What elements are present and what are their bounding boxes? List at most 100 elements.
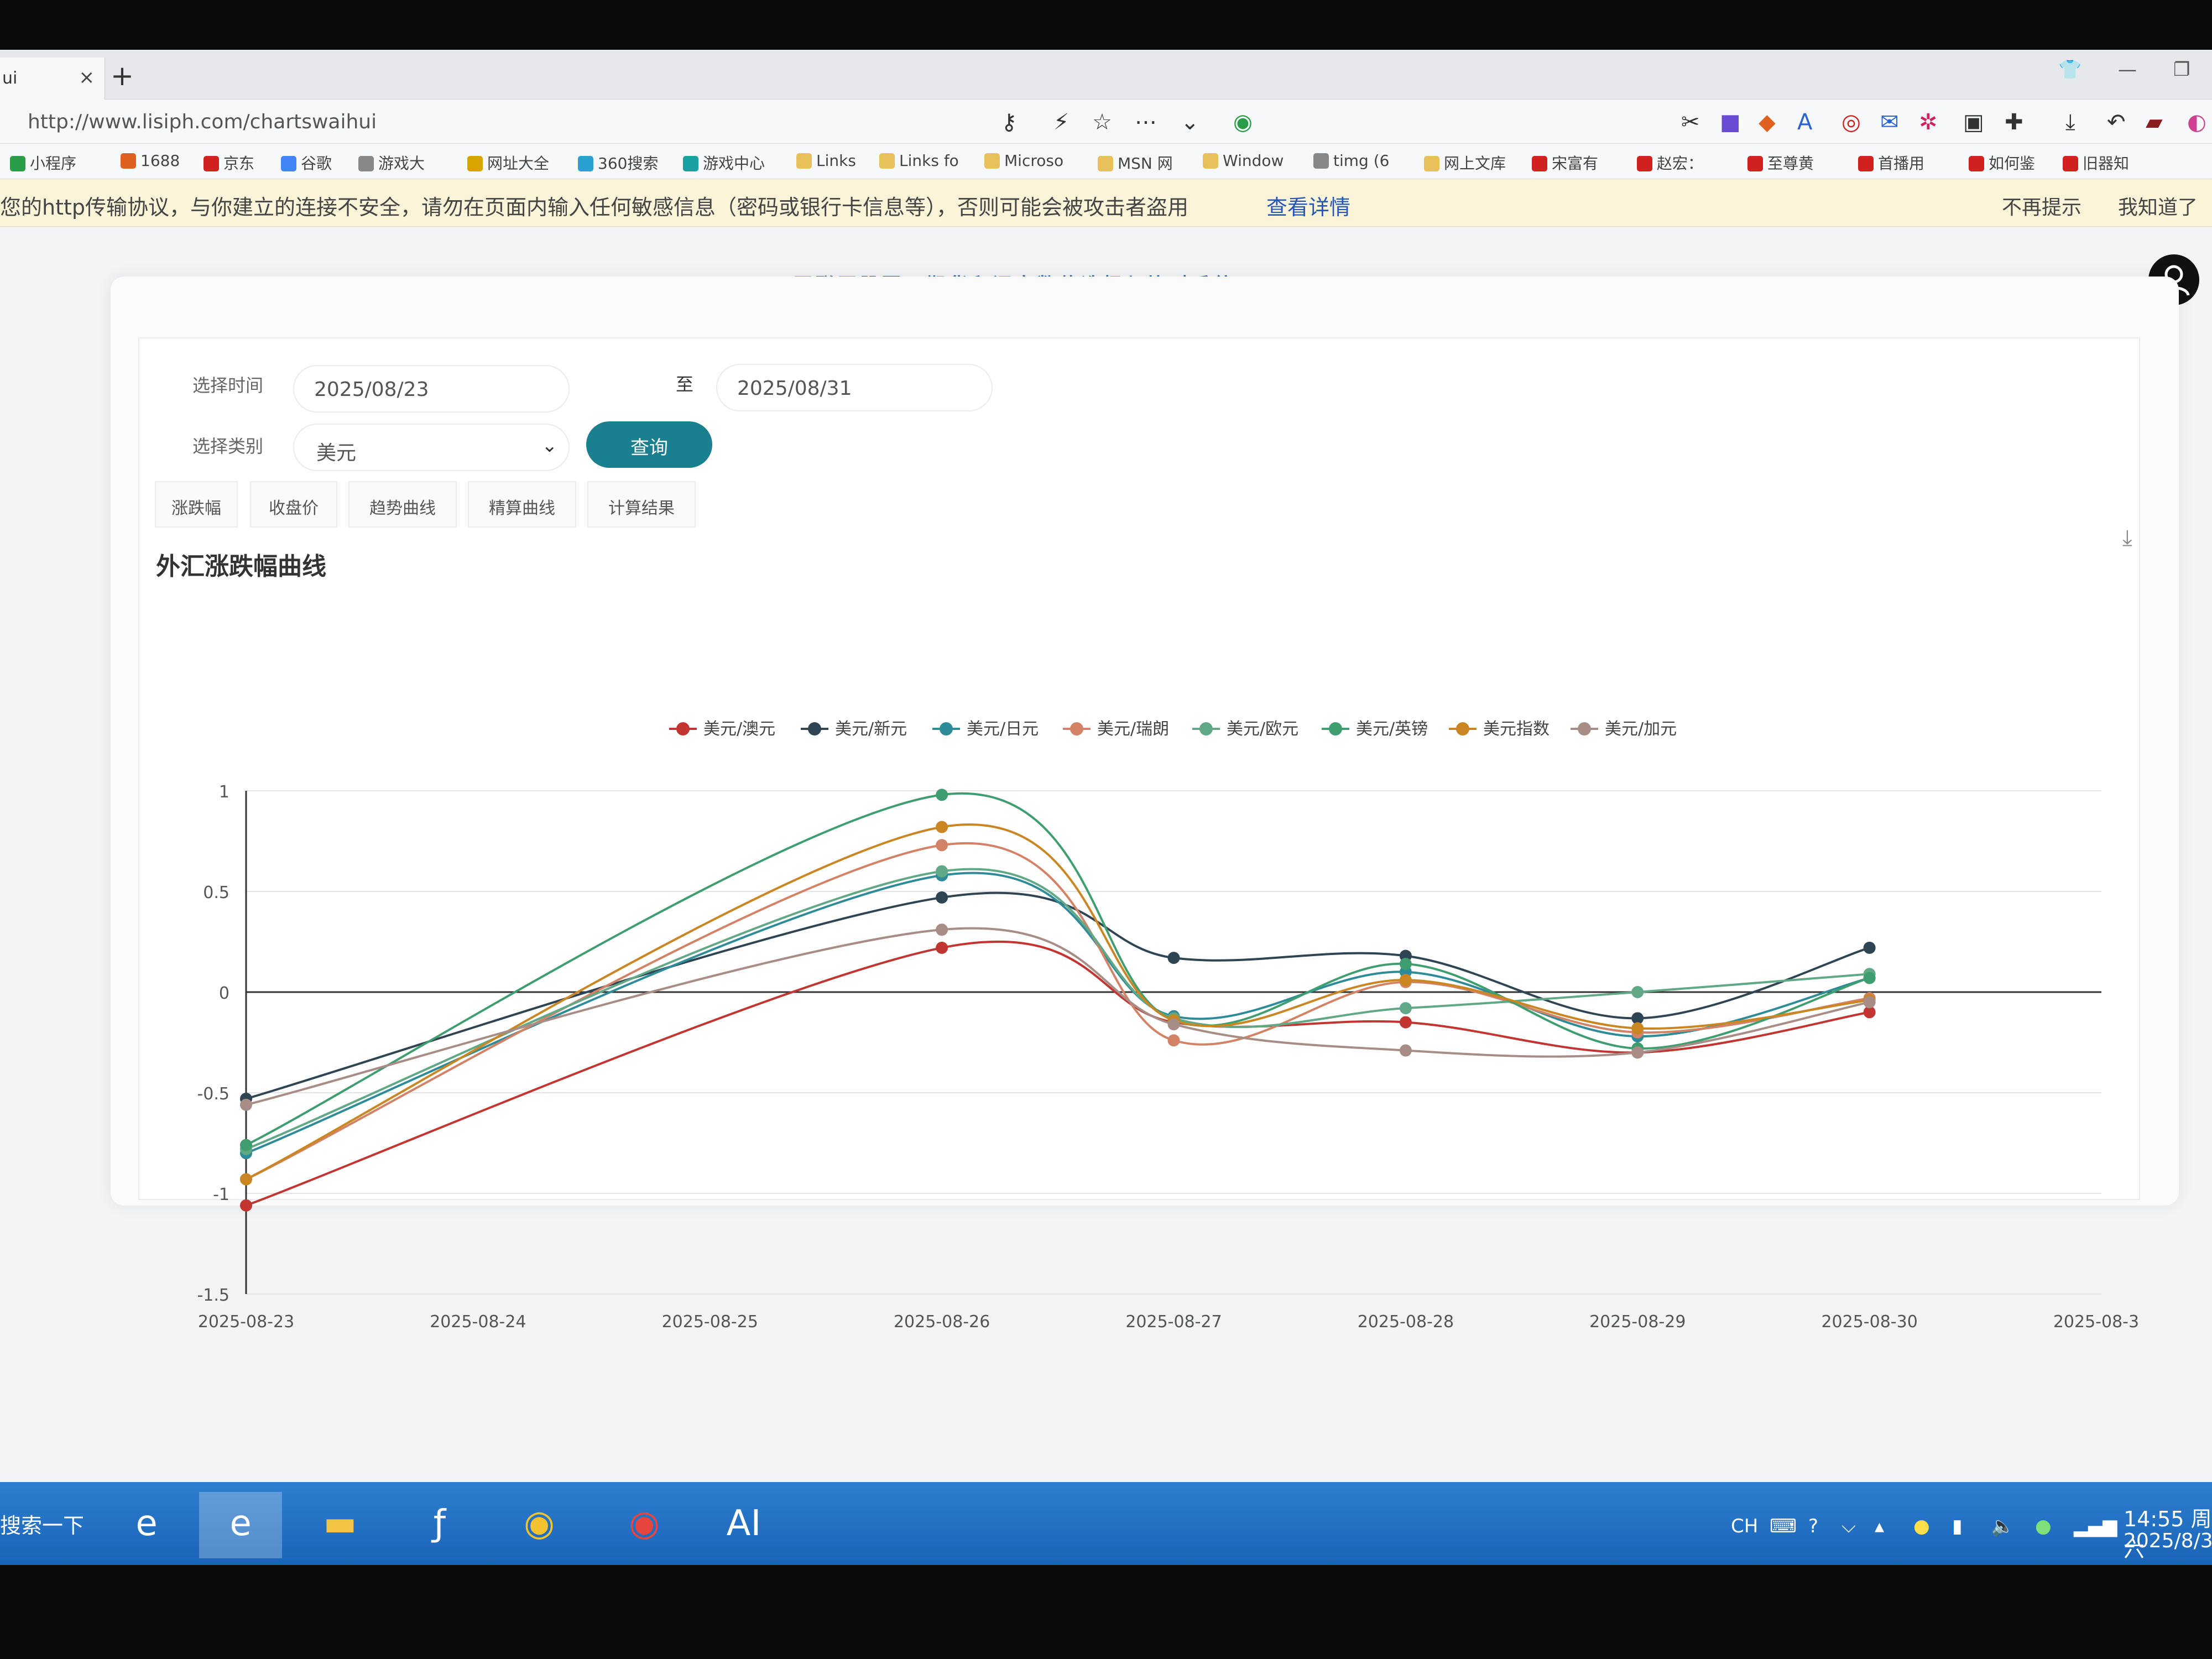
y-tick-label: 0 — [219, 984, 229, 1003]
query-button[interactable]: 查询 — [586, 421, 712, 468]
data-point — [240, 1139, 252, 1151]
bookmark-item[interactable]: timg (6 — [1313, 152, 1389, 170]
legend-item[interactable]: 美元/瑞朗 — [1063, 719, 1169, 739]
tab-trend-curve[interactable]: 趋势曲线 — [348, 481, 457, 528]
bookmark-item[interactable]: Links fo — [879, 152, 959, 170]
help-icon[interactable]: ? — [1808, 1515, 1818, 1537]
key-icon[interactable]: ⚷ — [1001, 109, 1017, 135]
bookmark-label: 首播用 — [1878, 154, 1925, 173]
sync-icon[interactable]: ● — [2035, 1515, 2052, 1537]
bookmark-item[interactable]: 首播用 — [1858, 152, 1924, 174]
bookmark-label: 谷歌 — [301, 154, 332, 173]
star-icon[interactable]: ☆ — [1092, 109, 1112, 135]
legend-item[interactable]: 美元/欧元 — [1192, 719, 1298, 739]
bookmark-item[interactable]: MSN 网 — [1098, 152, 1173, 174]
keyboard-icon[interactable]: ⌨ — [1770, 1515, 1797, 1537]
bookmark-item[interactable]: 旧器知 — [2063, 152, 2129, 174]
data-point — [1863, 972, 1876, 984]
ime-lang-indicator[interactable]: CH — [1731, 1515, 1758, 1537]
close-tab-icon[interactable]: × — [79, 66, 95, 88]
volume-icon[interactable]: 🔈 — [1991, 1515, 2014, 1537]
url-input[interactable]: http://www.lisiph.com/chartswaihui — [28, 111, 377, 133]
dont-show-again-button[interactable]: 不再提示 — [2002, 191, 2081, 220]
bookmark-item[interactable]: 如何鉴 — [1969, 152, 2035, 174]
legend-item[interactable]: 美元指数 — [1449, 719, 1550, 739]
screenshot-icon[interactable]: ▣ — [1963, 109, 1984, 135]
profile-icon[interactable]: ◐ — [2187, 109, 2206, 135]
bookmark-item[interactable]: 360搜索 — [578, 152, 658, 174]
mail-icon[interactable]: ✉ — [1880, 109, 1899, 135]
translate-icon[interactable]: A — [1797, 109, 1812, 135]
legend-item[interactable]: 美元/英镑 — [1322, 719, 1428, 739]
more-icon[interactable]: ⋯ — [1135, 109, 1157, 135]
game-icon[interactable]: ◆ — [1759, 109, 1776, 135]
bookmark-favicon-icon — [1532, 156, 1547, 171]
extension-icon[interactable]: ■ — [1720, 109, 1741, 135]
chrome-icon[interactable]: ◉ — [603, 1492, 686, 1558]
app-icon[interactable]: ✲ — [1919, 109, 1938, 135]
tab-close-price[interactable]: 收盘价 — [250, 481, 337, 528]
tab-actuarial-curve[interactable]: 精算曲线 — [468, 481, 576, 528]
security-app-icon[interactable]: ● — [1913, 1515, 1930, 1537]
details-link[interactable]: 查看详情 — [1266, 190, 1350, 221]
lightning-icon[interactable]: ⚡ — [1053, 109, 1069, 135]
bookmark-item[interactable]: 游戏大 — [358, 152, 425, 174]
data-point — [936, 865, 948, 878]
bookmark-label: 网址大全 — [487, 154, 550, 173]
cut-icon[interactable]: ✂ — [1681, 109, 1700, 135]
maximize-icon[interactable]: ❐ — [2173, 59, 2190, 81]
bookmark-item[interactable]: 小程序 — [10, 152, 76, 174]
bookmark-label: 至尊黄 — [1767, 154, 1814, 173]
browser-app-icon[interactable]: e — [199, 1492, 282, 1558]
bookmark-item[interactable]: 京东 — [204, 152, 254, 174]
date-to-input[interactable]: 2025/08/31 — [716, 364, 993, 411]
bookmark-item[interactable]: Window — [1203, 152, 1284, 170]
bookmark-label: MSN 网 — [1118, 154, 1173, 173]
data-point — [1399, 958, 1412, 971]
network-status-icon[interactable]: ⌵ — [1841, 1515, 1856, 1537]
chrome-alt-icon[interactable]: ◉ — [498, 1492, 581, 1558]
bookmark-item[interactable]: 1688 — [121, 152, 180, 170]
skin-icon[interactable]: 👕 — [2058, 59, 2081, 81]
toolbox-icon[interactable]: ▰ — [2146, 109, 2163, 135]
tab-calc-result[interactable]: 计算结果 — [587, 481, 696, 528]
bookmark-item[interactable]: 网址大全 — [467, 152, 549, 174]
flash-icon[interactable]: ƒ — [398, 1492, 481, 1558]
legend-item[interactable]: 美元/加元 — [1571, 719, 1677, 739]
tray-expand-icon[interactable]: ▴ — [1875, 1515, 1884, 1537]
undo-icon[interactable]: ↶ — [2107, 109, 2126, 135]
bookmark-item[interactable]: 游戏中心 — [683, 152, 765, 174]
bookmark-item[interactable]: Microso — [984, 152, 1063, 170]
minimize-icon[interactable]: — — [2118, 59, 2137, 81]
taskbar-search[interactable]: 搜索一下 — [0, 1509, 84, 1539]
ie-icon[interactable]: e — [105, 1492, 188, 1558]
legend-label: 美元/加元 — [1605, 719, 1677, 739]
bookmark-item[interactable]: 至尊黄 — [1747, 152, 1814, 174]
bookmark-item[interactable]: 谷歌 — [281, 152, 332, 174]
ai-app-icon[interactable]: AI — [702, 1492, 785, 1558]
browser-tab[interactable]: ui × — [0, 58, 105, 100]
search-engine-icon[interactable]: ◉ — [1233, 109, 1253, 135]
legend-item[interactable]: 美元/新元 — [801, 719, 907, 739]
category-select[interactable]: 美元 ⌄ — [293, 424, 570, 471]
date-from-input[interactable]: 2025/08/23 — [293, 365, 570, 413]
file-explorer-icon[interactable]: ▬ — [299, 1492, 382, 1558]
bookmark-item[interactable]: 宋富有 — [1532, 152, 1598, 174]
tab-change-percent[interactable]: 涨跌幅 — [155, 481, 238, 528]
legend-item[interactable]: 美元/日元 — [932, 719, 1039, 739]
puzzle-icon[interactable]: ✚ — [2005, 109, 2023, 135]
clock-date[interactable]: 2025/8/30 — [2124, 1530, 2212, 1552]
bookmark-item[interactable]: 赵宏： — [1637, 152, 1703, 174]
weibo-icon[interactable]: ◎ — [1841, 109, 1861, 135]
series-line — [246, 927, 1870, 1106]
got-it-button[interactable]: 我知道了 — [2118, 191, 2198, 220]
new-tab-button[interactable]: + — [111, 60, 134, 92]
signal-icon[interactable]: ▂▄▆ — [2074, 1515, 2117, 1537]
bookmark-item[interactable]: Links — [796, 152, 856, 170]
bookmark-item[interactable]: 网上文库 — [1424, 152, 1506, 174]
download-manager-icon[interactable]: ⤓ — [2065, 109, 2075, 135]
chevron-down-icon[interactable]: ⌄ — [1181, 109, 1199, 135]
address-bar: http://www.lisiph.com/chartswaihui ⚷ ⚡ ☆… — [0, 100, 2212, 144]
legend-item[interactable]: 美元/澳元 — [669, 719, 775, 739]
battery-icon[interactable]: ▮ — [1952, 1515, 1963, 1537]
